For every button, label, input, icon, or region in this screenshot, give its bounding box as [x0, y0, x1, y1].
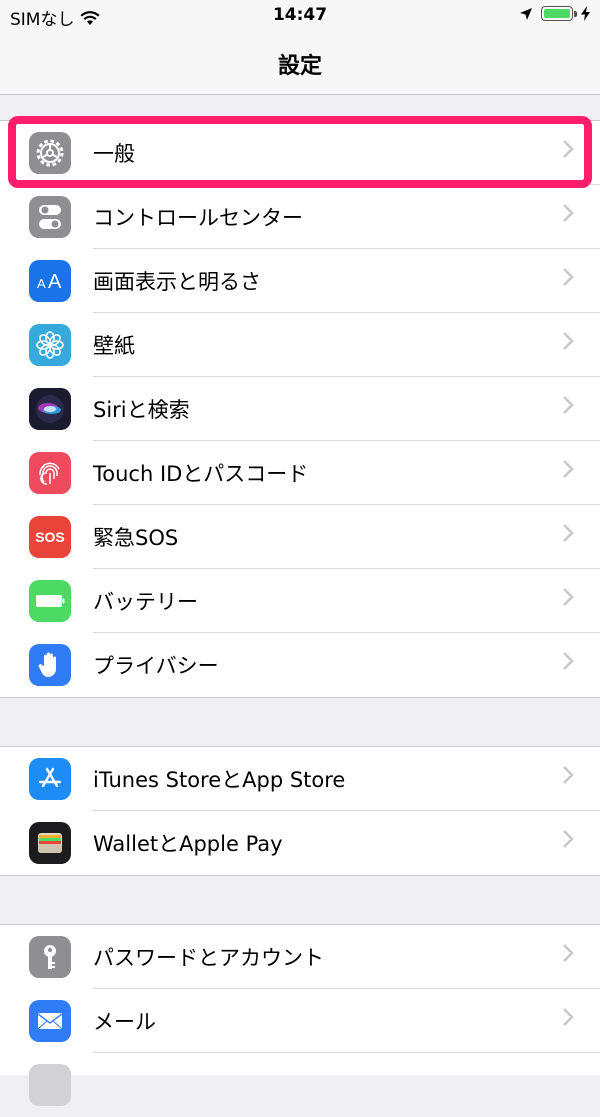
svg-text:A: A — [48, 271, 62, 293]
settings-item-general[interactable]: 一般 — [0, 121, 600, 185]
settings-item-label: 画面表示と明るさ — [93, 270, 261, 294]
settings-item-label: パスワードとアカウント — [93, 946, 324, 970]
chevron-right-icon — [563, 588, 574, 606]
chevron-right-icon — [563, 944, 574, 962]
settings-item-emergency-sos[interactable]: SOS 緊急SOS — [0, 505, 600, 569]
chevron-right-icon — [563, 830, 574, 848]
chevron-right-icon — [563, 140, 574, 158]
chevron-right-icon — [563, 268, 574, 286]
wallet-icon — [29, 822, 71, 864]
settings-item-mail[interactable]: メール — [0, 989, 600, 1053]
key-icon — [29, 936, 71, 978]
settings-item-privacy[interactable]: プライバシー — [0, 633, 600, 697]
battery-indicator-icon — [541, 6, 577, 21]
status-right — [519, 6, 590, 21]
settings-item-siri-search[interactable]: Siriと検索 — [0, 377, 600, 441]
settings-group-2: iTunes StoreとApp Store WalletとApple Pay — [0, 746, 600, 876]
text-size-icon: A A — [29, 260, 71, 302]
chevron-right-icon — [563, 396, 574, 414]
siri-icon — [29, 388, 71, 430]
page-title: 設定 — [277, 54, 322, 79]
toggles-icon — [29, 196, 71, 238]
chevron-right-icon — [563, 652, 574, 670]
flower-icon — [29, 324, 71, 366]
settings-item-display-brightness[interactable]: A A 画面表示と明るさ — [0, 249, 600, 313]
chevron-right-icon — [563, 1008, 574, 1026]
settings-item-label: メール — [93, 1010, 156, 1034]
chevron-right-icon — [563, 460, 574, 478]
chevron-right-icon — [563, 766, 574, 784]
settings-item-partial[interactable] — [0, 1053, 600, 1117]
partial-icon — [29, 1064, 71, 1106]
fingerprint-icon — [29, 452, 71, 494]
navigation-bar: 設定 — [0, 34, 600, 95]
status-bar: SIMなし 14:47 — [0, 0, 600, 34]
app-store-icon — [29, 758, 71, 800]
settings-item-label: プライバシー — [93, 654, 219, 678]
settings-item-label: 壁紙 — [93, 334, 135, 358]
settings-group-3: パスワードとアカウント メール — [0, 924, 600, 1106]
location-arrow-icon — [520, 7, 532, 20]
settings-item-label: Touch IDとパスコード — [93, 462, 309, 486]
mail-icon — [29, 1000, 71, 1042]
settings-item-touch-id-passcode[interactable]: Touch IDとパスコード — [0, 441, 600, 505]
settings-item-label: バッテリー — [93, 590, 198, 614]
settings-item-passwords-accounts[interactable]: パスワードとアカウント — [0, 925, 600, 989]
settings-item-label: 緊急SOS — [93, 526, 179, 550]
settings-item-wallpaper[interactable]: 壁紙 — [0, 313, 600, 377]
settings-item-label: 一般 — [93, 142, 135, 166]
settings-item-label: WalletとApple Pay — [93, 832, 283, 856]
chevron-right-icon — [563, 524, 574, 542]
sos-icon-text: SOS — [35, 529, 65, 545]
settings-item-label: iTunes StoreとApp Store — [93, 768, 346, 792]
sos-icon: SOS — [29, 516, 71, 558]
settings-item-itunes-app-store[interactable]: iTunes StoreとApp Store — [0, 747, 600, 811]
chevron-right-icon — [563, 332, 574, 350]
settings-item-label: Siriと検索 — [93, 398, 190, 422]
hand-icon — [29, 644, 71, 686]
settings-item-wallet-apple-pay[interactable]: WalletとApple Pay — [0, 811, 600, 875]
status-time: 14:47 — [272, 5, 328, 25]
settings-item-control-center[interactable]: コントロールセンター — [0, 185, 600, 249]
chevron-right-icon — [563, 204, 574, 222]
settings-group-1: 一般 コントロールセンター A A 画面表示と明るさ 壁紙 Siriと検索 To… — [0, 120, 600, 698]
settings-item-label: コントロールセンター — [93, 206, 303, 230]
battery-icon — [29, 580, 71, 622]
charging-bolt-icon — [581, 6, 590, 21]
svg-text:A: A — [37, 276, 46, 291]
settings-item-battery[interactable]: バッテリー — [0, 569, 600, 633]
gear-icon — [29, 132, 71, 174]
